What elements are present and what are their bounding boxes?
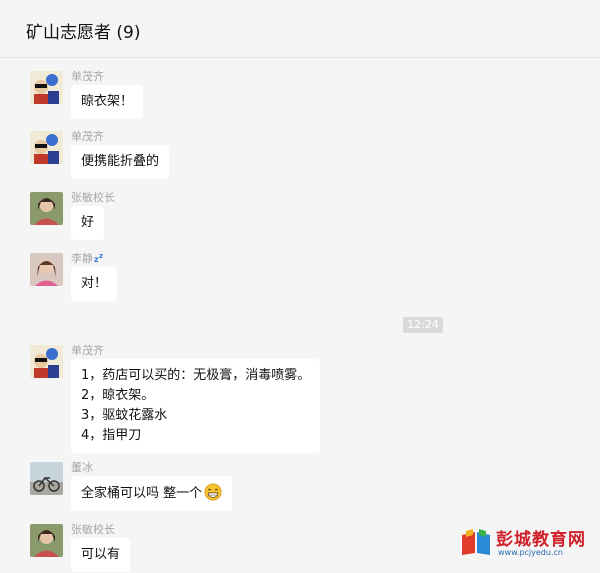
message-bubble[interactable]: 便携能折叠的 xyxy=(71,145,170,179)
message-bubble[interactable]: 好 xyxy=(71,206,105,240)
sender-name: 单茂齐 xyxy=(71,70,104,83)
message-bubble[interactable]: 可以有 xyxy=(71,538,131,572)
message-list[interactable]: 单茂齐 晾衣架！ 单茂齐 便携能折叠的 张敏校长 好 李静 z z 对！ 12:… xyxy=(0,58,600,573)
watermark-logo: 彭城教育网 www.pcjyedu.cn xyxy=(460,527,590,567)
grin-emoji-icon xyxy=(204,483,222,501)
message-text: 好 xyxy=(81,215,95,230)
message-bubble[interactable]: 晾衣架！ xyxy=(71,85,144,119)
message-bubble[interactable]: 对！ xyxy=(71,267,118,301)
message-text: 可以有 xyxy=(81,547,121,562)
message-bubble[interactable]: 全家桶可以吗 整一个 xyxy=(71,476,233,511)
cartoon-avatar-icon[interactable] xyxy=(30,71,63,104)
sender-name: 李静 z z xyxy=(71,250,106,266)
watermark-brand: 彭城教育网 xyxy=(496,530,586,550)
watermark-url: www.pcjyedu.cn xyxy=(498,548,563,557)
sleep-zz-icon: zz xyxy=(94,252,103,264)
portrait-avatar-icon[interactable] xyxy=(30,192,63,225)
message-text: 便携能折叠的 xyxy=(81,154,160,169)
sender-name: 董冰 xyxy=(71,461,93,474)
timestamp-divider: 12:24 xyxy=(403,317,443,333)
sender-name: 张敏校长 xyxy=(71,191,115,204)
message-text: 4，指甲刀 xyxy=(81,428,142,443)
portrait-avatar-icon[interactable] xyxy=(30,524,63,557)
bicycle-avatar-icon[interactable] xyxy=(30,462,63,495)
cartoon-avatar-icon[interactable] xyxy=(30,345,63,378)
sender-name: 单茂齐 xyxy=(71,130,104,143)
chat-title: 矿山志愿者 (9) xyxy=(26,23,141,43)
portrait-avatar-icon[interactable] xyxy=(30,253,63,286)
message-text: 3，驱蚊花露水 xyxy=(81,408,168,423)
message-text: 全家桶可以吗 整一个 xyxy=(81,486,203,501)
chat-header: 矿山志愿者 (9) xyxy=(0,0,600,58)
message-bubble[interactable]: 1，药店可以买的：无极膏，消毒喷雾。 2，晾衣架。 3，驱蚊花露水 4，指甲刀 xyxy=(71,359,321,453)
message-text: 1，药店可以买的：无极膏，消毒喷雾。 xyxy=(81,368,311,383)
svg-text:z: z xyxy=(99,252,103,260)
message-text: 对！ xyxy=(81,276,108,291)
message-text: 晾衣架！ xyxy=(81,94,134,109)
sender-name: 张敏校长 xyxy=(71,523,115,536)
book-logo-icon xyxy=(462,529,490,555)
sender-name: 单茂齐 xyxy=(71,344,104,357)
message-text: 2，晾衣架。 xyxy=(81,388,155,403)
cartoon-avatar-icon[interactable] xyxy=(30,131,63,164)
